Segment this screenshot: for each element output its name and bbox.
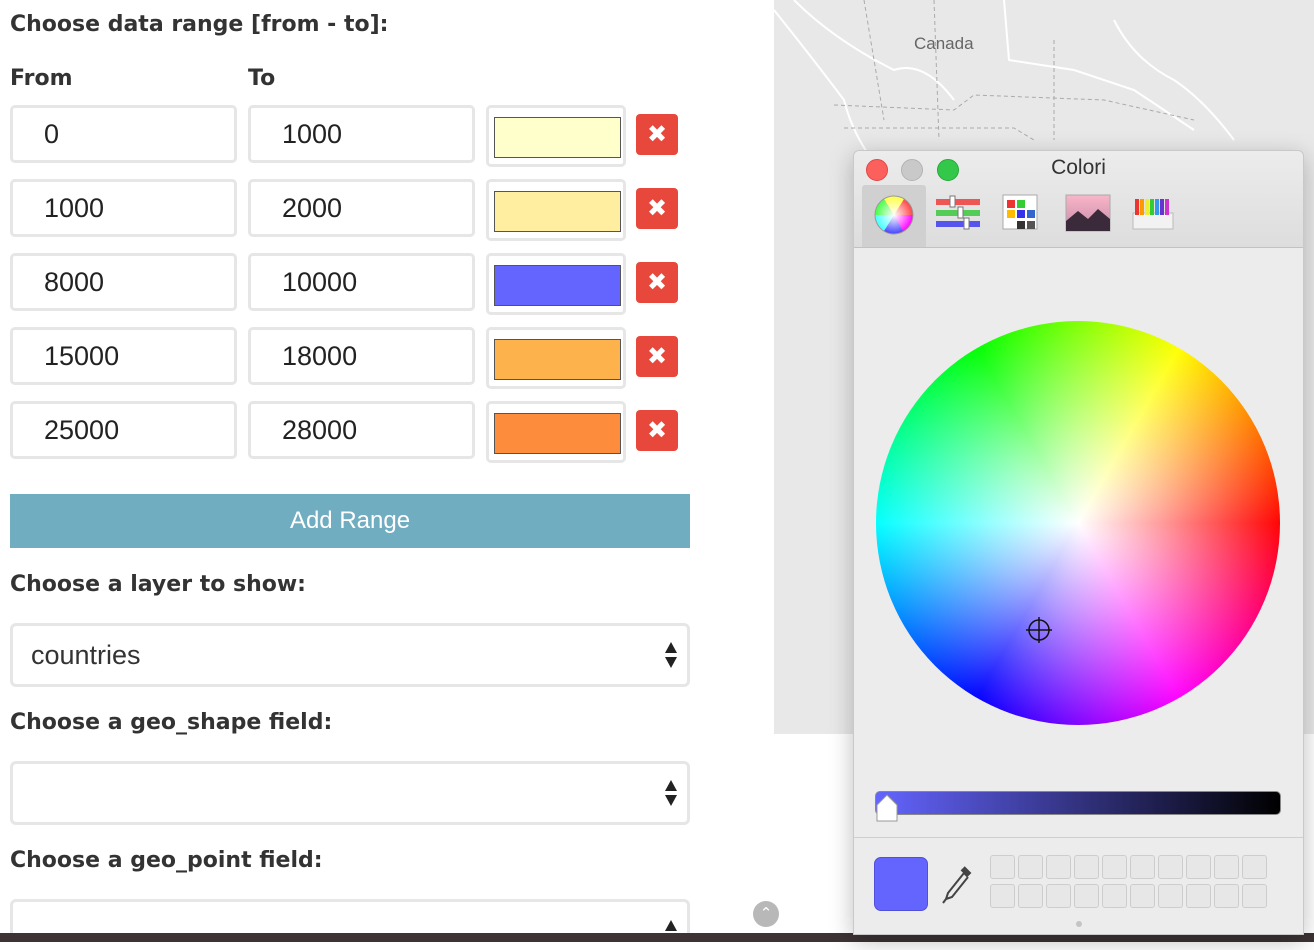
range-color-picker[interactable] [486, 253, 626, 315]
swatch-cell[interactable] [1242, 884, 1267, 908]
range-color-picker[interactable] [486, 179, 626, 241]
swatch-cell[interactable] [1186, 884, 1211, 908]
to-label: To [248, 66, 276, 91]
current-color-well[interactable] [874, 857, 928, 911]
range-from-input[interactable]: 25000 [10, 401, 237, 459]
range-color-swatch [494, 117, 621, 158]
color-palettes-icon [1002, 194, 1038, 230]
swatch-cell[interactable] [1046, 884, 1071, 908]
swatch-cell[interactable] [1130, 855, 1155, 879]
range-to-input[interactable]: 28000 [248, 401, 475, 459]
swatch-cell[interactable] [1214, 855, 1239, 879]
pencils-icon [1132, 199, 1174, 230]
geo-shape-select[interactable] [10, 761, 690, 825]
color-panel-title: Colori [1051, 156, 1106, 179]
swatch-cell[interactable] [1018, 884, 1043, 908]
swatch-cell[interactable] [1130, 884, 1155, 908]
range-row: 0 1000 ✖ [10, 105, 690, 167]
color-wheel[interactable] [876, 321, 1280, 725]
swatch-cell[interactable] [990, 855, 1015, 879]
tab-image-palettes[interactable] [1064, 191, 1111, 237]
panel-separator [854, 837, 1303, 838]
swatch-cell[interactable] [1102, 855, 1127, 879]
swatch-cell[interactable] [1074, 855, 1099, 879]
select-arrows-icon [665, 780, 677, 806]
layer-select[interactable]: countries [10, 623, 690, 687]
tab-color-sliders[interactable] [934, 191, 980, 237]
layer-select-value: countries [31, 640, 141, 670]
color-wheel-saturation [876, 321, 1280, 725]
map-label-canada: Canada [914, 34, 974, 53]
range-color-picker[interactable] [486, 327, 626, 389]
resize-grip-icon[interactable] [1076, 921, 1082, 927]
remove-range-button[interactable]: ✖ [636, 262, 678, 303]
range-row: 25000 28000 ✖ [10, 401, 690, 463]
range-row: 1000 2000 ✖ [10, 179, 690, 241]
select-arrows-icon [665, 642, 677, 668]
range-to-input[interactable]: 18000 [248, 327, 475, 385]
swatch-cell[interactable] [1186, 855, 1211, 879]
swatch-cell[interactable] [1158, 855, 1183, 879]
swatch-cell[interactable] [1242, 855, 1267, 879]
geo-shape-heading: Choose a geo_shape field: [10, 710, 333, 735]
saved-swatches-grid [990, 855, 1270, 911]
scroll-up-button[interactable]: ⌃ [753, 901, 779, 927]
crosshair-icon[interactable] [1026, 617, 1052, 643]
swatch-cell[interactable] [1018, 855, 1043, 879]
color-sliders-icon [936, 195, 980, 230]
color-wheel-icon [874, 195, 914, 235]
remove-range-button[interactable]: ✖ [636, 188, 678, 229]
range-row: 8000 10000 ✖ [10, 253, 690, 315]
add-range-button[interactable]: Add Range [10, 494, 690, 548]
range-color-swatch [494, 191, 621, 232]
range-from-input[interactable]: 0 [10, 105, 237, 163]
eyedropper-icon[interactable] [940, 863, 974, 909]
range-from-input[interactable]: 15000 [10, 327, 237, 385]
range-color-swatch [494, 413, 621, 454]
remove-range-button[interactable]: ✖ [636, 410, 678, 451]
tab-color-palettes[interactable] [999, 191, 1045, 237]
tab-color-wheel[interactable] [862, 185, 926, 247]
range-color-swatch [494, 265, 621, 306]
swatch-cell[interactable] [1102, 884, 1127, 908]
range-heading: Choose data range [from - to]: [10, 12, 389, 37]
range-to-input[interactable]: 10000 [248, 253, 475, 311]
swatch-cell[interactable] [1046, 855, 1071, 879]
from-label: From [10, 66, 73, 91]
brightness-slider[interactable] [875, 791, 1281, 815]
color-panel-titlebar[interactable]: Colori [854, 151, 1303, 248]
range-from-input[interactable]: 1000 [10, 179, 237, 237]
range-to-input[interactable]: 2000 [248, 179, 475, 237]
range-color-picker[interactable] [486, 401, 626, 463]
brightness-slider-thumb[interactable] [875, 793, 899, 823]
remove-range-button[interactable]: ✖ [636, 336, 678, 377]
layer-heading: Choose a layer to show: [10, 572, 306, 597]
remove-range-button[interactable]: ✖ [636, 114, 678, 155]
swatch-cell[interactable] [990, 884, 1015, 908]
swatch-cell[interactable] [1158, 884, 1183, 908]
geo-point-heading: Choose a geo_point field: [10, 848, 323, 873]
tab-pencils[interactable] [1129, 191, 1175, 237]
range-color-picker[interactable] [486, 105, 626, 167]
range-row: 15000 18000 ✖ [10, 327, 690, 389]
swatch-cell[interactable] [1214, 884, 1239, 908]
image-palettes-icon [1065, 194, 1111, 232]
range-from-input[interactable]: 8000 [10, 253, 237, 311]
color-panel: Colori [853, 150, 1304, 935]
swatch-cell[interactable] [1074, 884, 1099, 908]
range-color-swatch [494, 339, 621, 380]
range-to-input[interactable]: 1000 [248, 105, 475, 163]
